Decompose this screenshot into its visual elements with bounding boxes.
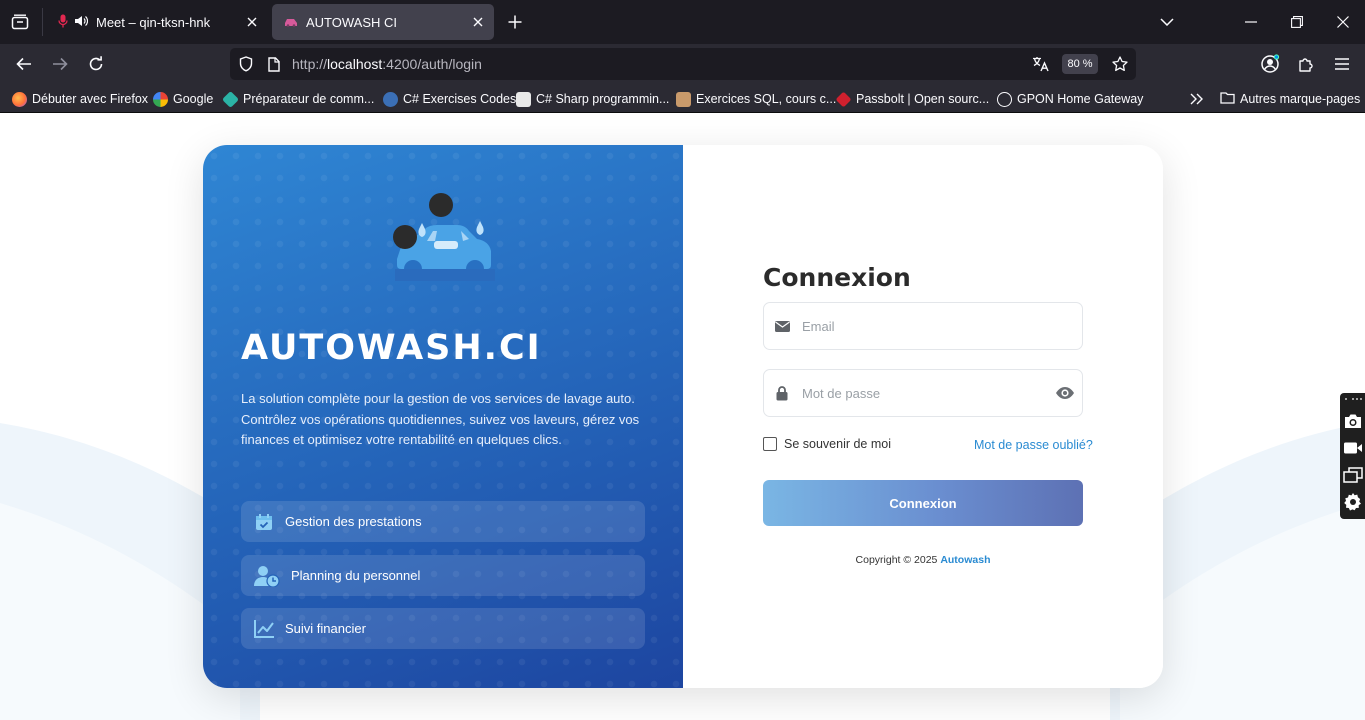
chevron-down-icon[interactable] [1156, 11, 1178, 33]
diamond-icon [222, 90, 239, 108]
feature-label: Gestion des prestations [285, 514, 422, 529]
bookmark-item[interactable]: Débuter avec Firefox [12, 90, 148, 108]
copyright: Copyright © 2025 Autowash [855, 554, 991, 566]
list-all-tabs-icon[interactable] [8, 11, 32, 33]
tab-autowash[interactable]: AUTOWASH CI [272, 4, 494, 40]
tab-title: Meet – qin-tksn-hnk [96, 14, 211, 30]
close-tab-icon[interactable] [244, 14, 260, 30]
zoom-level[interactable]: 80 % [1062, 54, 1098, 74]
page-icon[interactable] [264, 54, 284, 74]
copyright-brand-link[interactable]: Autowash [940, 554, 990, 566]
translate-icon[interactable] [1031, 54, 1051, 74]
remember-me[interactable]: Se souvenir de moi [763, 437, 891, 451]
email-input[interactable] [802, 311, 1042, 341]
tab-meet[interactable]: Meet – qin-tksn-hnk [46, 4, 268, 40]
bookmark-item[interactable]: Exercices SQL, cours c... [676, 90, 836, 108]
brand-title: AUTOWASH.CI [241, 328, 542, 368]
w3r-icon [516, 91, 531, 107]
microphone-muted-icon[interactable] [58, 14, 68, 31]
gear-icon[interactable] [1342, 491, 1364, 513]
bookmark-item[interactable]: C# Sharp programmin... [516, 90, 669, 108]
shield-icon[interactable] [236, 54, 256, 74]
feature-planning-personnel: Planning du personnel [241, 555, 645, 596]
csharp-icon [383, 91, 398, 107]
eye-toggle-icon[interactable] [1054, 384, 1076, 402]
account-icon[interactable] [1258, 53, 1282, 75]
forward-arrow-icon[interactable] [48, 53, 72, 75]
sql-icon [676, 91, 691, 107]
hamburger-menu-icon[interactable] [1330, 53, 1354, 75]
capture-widget [1340, 393, 1365, 519]
feature-suivi-financier: Suivi financier [241, 608, 645, 649]
passbolt-icon [835, 91, 852, 107]
calendar-check-icon [251, 509, 277, 535]
bookmarks-toolbar: Débuter avec Firefox Google Préparateur … [0, 84, 1365, 113]
folder-icon [1220, 91, 1235, 107]
feature-label: Planning du personnel [291, 568, 421, 583]
other-bookmarks[interactable]: Autres marque-pages [1220, 90, 1360, 108]
video-camera-icon[interactable] [1342, 437, 1364, 459]
bookmark-item[interactable]: GPON Home Gateway [997, 90, 1143, 108]
star-bookmark-icon[interactable] [1110, 54, 1130, 74]
speaker-icon[interactable] [74, 15, 89, 30]
hero-panel: AUTOWASH.CI La solution complète pour la… [203, 145, 683, 688]
camera-icon[interactable] [1342, 410, 1364, 432]
tab-bar: Meet – qin-tksn-hnk AUTOWASH CI [0, 0, 1365, 44]
email-field [763, 302, 1083, 350]
url-text: http://localhost:4200/auth/login [292, 56, 482, 72]
login-title: Connexion [763, 263, 911, 292]
more-bookmarks-chevron-icon[interactable] [1190, 90, 1204, 108]
close-tab-icon[interactable] [470, 14, 486, 30]
car-favicon-icon [284, 15, 298, 30]
page-content: AUTOWASH.CI La solution complète pour la… [0, 113, 1365, 720]
remember-checkbox[interactable] [763, 437, 777, 451]
tab-separator [42, 8, 43, 36]
windows-icon[interactable] [1342, 464, 1364, 486]
navigation-toolbar: http://localhost:4200/auth/login 80 % [0, 44, 1365, 84]
restore-icon[interactable] [1286, 11, 1308, 33]
login-card: AUTOWASH.CI La solution complète pour la… [203, 145, 1163, 688]
brand-description: La solution complète pour la gestion de … [241, 391, 640, 447]
globe-icon [997, 91, 1012, 107]
user-clock-icon [251, 563, 283, 589]
bookmark-item[interactable]: Passbolt | Open sourc... [835, 90, 989, 108]
login-button[interactable]: Connexion [763, 480, 1083, 526]
password-input[interactable] [802, 378, 1042, 408]
url-bar[interactable]: http://localhost:4200/auth/login 80 % [230, 48, 1136, 80]
chart-line-icon [251, 616, 277, 642]
password-field [763, 369, 1083, 417]
feature-gestion-prestations: Gestion des prestations [241, 501, 645, 542]
remember-label: Se souvenir de moi [784, 437, 892, 451]
new-tab-icon[interactable] [504, 11, 526, 33]
feature-label: Suivi financier [285, 621, 366, 636]
google-icon [153, 91, 168, 107]
lock-icon [774, 385, 790, 401]
firefox-icon [12, 91, 27, 107]
widget-handle-icon[interactable] [1342, 393, 1364, 405]
envelope-icon [774, 318, 790, 334]
bookmark-item[interactable]: Préparateur de comm... [222, 90, 374, 108]
bookmark-item[interactable]: C# Exercises Codes [383, 90, 516, 108]
reload-icon[interactable] [84, 53, 108, 75]
forgot-password-link[interactable]: Mot de passe oublié? [974, 438, 1093, 452]
car-wash-logo-icon [389, 191, 499, 286]
bookmark-item[interactable]: Google [153, 90, 213, 108]
close-window-icon[interactable] [1332, 11, 1354, 33]
minimize-icon[interactable] [1240, 11, 1262, 33]
tab-title: AUTOWASH CI [306, 14, 398, 30]
login-panel: Connexion Se souvenir de moi [683, 145, 1163, 688]
back-arrow-icon[interactable] [12, 53, 36, 75]
extensions-icon[interactable] [1294, 53, 1318, 75]
